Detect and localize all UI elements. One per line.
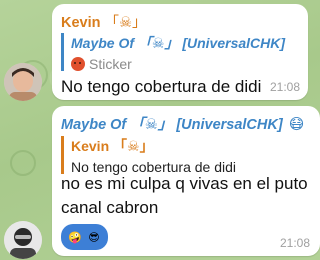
message-bubble-maybe-of[interactable]: Maybe Of 「☠」 [UniversalCHK] 😷 Kevin 「☠」 … xyxy=(52,106,320,256)
sender-name-text: Maybe Of 「☠」 [UniversalCHK] xyxy=(61,117,283,133)
reply-text-row: Sticker xyxy=(71,56,285,72)
message-text-line: canal cabron xyxy=(61,198,159,217)
message-time: 21:08 xyxy=(279,236,310,250)
sender-name-text: Kevin xyxy=(61,15,101,31)
reply-preview[interactable]: Maybe Of 「☠」 [UniversalCHK] Sticker xyxy=(61,33,286,72)
reply-preview[interactable]: Kevin 「☠」 No tengo cobertura de didi xyxy=(61,136,236,175)
avatar-kevin-image xyxy=(4,63,42,101)
avatar-kevin[interactable] xyxy=(4,63,42,101)
message-text: No tengo cobertura de didi xyxy=(61,77,262,96)
avatar-maybe-of[interactable] xyxy=(4,221,42,259)
message-text-line: no es mi culpa q vivas en el puto xyxy=(61,174,308,193)
reaction-chip[interactable]: 🤪 😎 xyxy=(61,224,108,250)
message-time: 21:08 xyxy=(269,80,300,94)
sunglasses-face-icon: 😎 xyxy=(88,231,100,244)
wallpaper-doodle xyxy=(10,150,36,176)
message-bubble-kevin[interactable]: Kevin 「☠」 Maybe Of 「☠」 [UniversalCHK] St… xyxy=(52,4,308,100)
reply-sender-name: Maybe Of 「☠」 [UniversalCHK] xyxy=(71,35,286,51)
zany-face-icon: 🤪 xyxy=(68,231,82,244)
sender-name[interactable]: Kevin 「☠」 xyxy=(61,11,147,32)
angry-face-icon xyxy=(71,57,85,71)
avatar-maybe-of-image xyxy=(4,221,42,259)
message-text: no es mi culpa q vivas en el puto canal … xyxy=(61,172,308,220)
sender-name[interactable]: Maybe Of 「☠」 [UniversalCHK] 😷 xyxy=(61,113,304,134)
mask-face-icon: 😷 xyxy=(288,115,305,133)
reply-sender-name: Kevin 「☠」 xyxy=(71,138,154,154)
reply-text: Sticker xyxy=(89,56,132,72)
sender-tag: 「☠」 xyxy=(104,15,147,31)
